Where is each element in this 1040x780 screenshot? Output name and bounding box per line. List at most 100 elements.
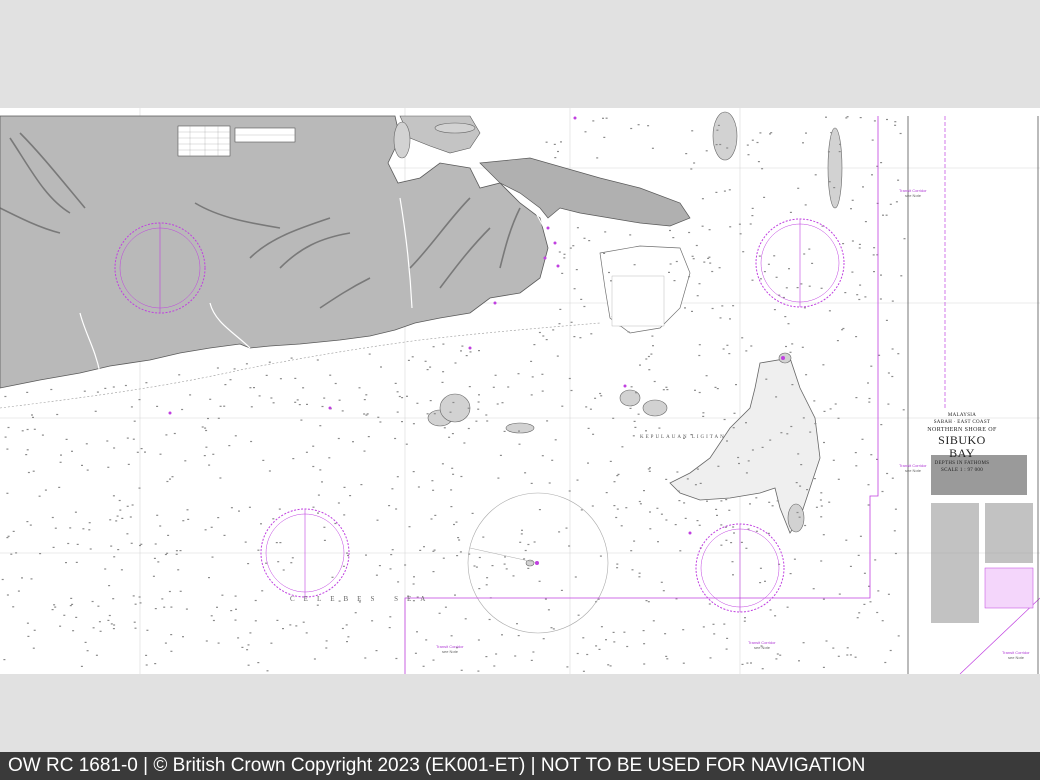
sounding-mark bbox=[442, 343, 445, 345]
sounding-mark bbox=[168, 590, 171, 593]
sounding-mark bbox=[186, 509, 189, 511]
sounding-mark bbox=[615, 516, 618, 519]
sounding-mark bbox=[291, 557, 294, 559]
sounding-mark bbox=[317, 512, 319, 514]
sounding-mark bbox=[617, 473, 620, 475]
sounding-mark bbox=[902, 409, 905, 411]
sounding-mark bbox=[331, 576, 334, 578]
sounding-mark bbox=[552, 329, 555, 331]
sounding-mark bbox=[730, 542, 733, 544]
sounding-mark bbox=[858, 243, 861, 245]
sounding-mark bbox=[685, 153, 688, 155]
sounding-mark bbox=[690, 168, 693, 170]
sounding-mark bbox=[10, 553, 13, 555]
sounding-mark bbox=[329, 374, 332, 376]
title-scale: SCALE 1 : 97 000 bbox=[940, 468, 984, 473]
sounding-mark bbox=[733, 412, 736, 414]
sounding-mark bbox=[773, 255, 776, 257]
sounding-mark bbox=[164, 553, 167, 556]
sounding-mark bbox=[53, 604, 56, 606]
sounding-mark bbox=[676, 471, 679, 473]
sounding-mark bbox=[716, 388, 719, 390]
sounding-mark bbox=[290, 562, 293, 564]
sounding-mark bbox=[861, 438, 864, 440]
sounding-mark bbox=[757, 161, 760, 163]
sounding-mark bbox=[63, 614, 66, 616]
sounding-mark bbox=[678, 500, 681, 502]
sounding-mark bbox=[735, 384, 737, 386]
sounding-mark bbox=[247, 644, 250, 646]
sounding-mark bbox=[873, 271, 875, 273]
sounding-mark bbox=[106, 440, 109, 442]
sounding-mark bbox=[99, 630, 102, 632]
sounding-mark bbox=[254, 620, 257, 622]
sounding-mark bbox=[523, 558, 526, 560]
sounding-mark bbox=[1, 578, 4, 581]
sounding-mark bbox=[566, 666, 569, 668]
sounding-mark bbox=[844, 292, 847, 294]
sounding-mark bbox=[518, 430, 520, 432]
sounding-mark bbox=[175, 553, 178, 555]
sounding-mark bbox=[742, 251, 745, 253]
transit-sub-5: see Note bbox=[1008, 655, 1025, 660]
sounding-mark bbox=[270, 642, 273, 644]
sounding-mark bbox=[477, 670, 480, 672]
transit-sub-1: see Note bbox=[905, 193, 922, 198]
sounding-mark bbox=[688, 231, 691, 234]
sounding-mark bbox=[250, 440, 253, 443]
sounding-mark bbox=[224, 384, 227, 386]
sounding-mark bbox=[588, 240, 591, 242]
sounding-mark bbox=[245, 363, 248, 365]
sounding-mark bbox=[788, 268, 790, 270]
sounding-mark bbox=[401, 421, 403, 423]
sounding-mark bbox=[775, 658, 778, 660]
sounding-mark bbox=[900, 275, 903, 277]
sounding-mark bbox=[674, 524, 677, 526]
sounding-mark bbox=[50, 388, 53, 391]
sounding-mark bbox=[65, 562, 67, 564]
sounding-mark bbox=[790, 425, 793, 428]
sounding-mark bbox=[26, 521, 29, 523]
sounding-mark bbox=[630, 386, 633, 388]
nautical-chart[interactable]: MALAYSIA SABAH · EAST COAST NORTHERN SHO… bbox=[0, 108, 1040, 674]
sounding-mark bbox=[881, 490, 884, 493]
sounding-mark bbox=[633, 420, 636, 422]
sounding-mark bbox=[334, 522, 337, 525]
sounding-mark bbox=[776, 653, 779, 655]
sounding-mark bbox=[855, 397, 858, 399]
sounding-mark bbox=[561, 405, 564, 407]
sounding-mark bbox=[432, 659, 435, 661]
sounding-mark bbox=[713, 633, 716, 635]
sounding-mark bbox=[598, 648, 601, 650]
sounding-mark bbox=[872, 254, 875, 256]
sounding-mark bbox=[610, 280, 612, 282]
sounding-mark bbox=[715, 508, 718, 510]
sounding-mark bbox=[545, 141, 548, 143]
sounding-mark bbox=[653, 380, 656, 383]
sounding-mark bbox=[294, 401, 297, 403]
sounding-mark bbox=[412, 423, 415, 425]
sounding-mark bbox=[354, 612, 357, 614]
sounding-mark bbox=[4, 436, 7, 438]
sounding-mark bbox=[758, 255, 761, 257]
sounding-mark bbox=[771, 505, 774, 507]
sounding-mark bbox=[728, 353, 731, 355]
sounding-mark bbox=[156, 405, 159, 407]
sounding-mark bbox=[858, 247, 861, 249]
sounding-mark bbox=[711, 307, 714, 310]
sounding-mark bbox=[786, 606, 789, 608]
sounding-mark bbox=[244, 541, 247, 543]
sounding-mark bbox=[119, 509, 122, 511]
sounding-mark bbox=[450, 489, 453, 491]
sounding-mark bbox=[813, 400, 816, 402]
sounding-mark bbox=[858, 298, 861, 301]
sounding-mark bbox=[647, 355, 650, 358]
sounding-mark bbox=[715, 144, 718, 146]
sounding-mark bbox=[6, 594, 9, 596]
sounding-mark bbox=[412, 583, 415, 585]
sounding-mark bbox=[499, 454, 502, 456]
sounding-mark bbox=[755, 530, 758, 532]
sounding-mark bbox=[738, 223, 741, 225]
sounding-mark bbox=[638, 500, 641, 503]
sounding-mark bbox=[729, 318, 731, 320]
